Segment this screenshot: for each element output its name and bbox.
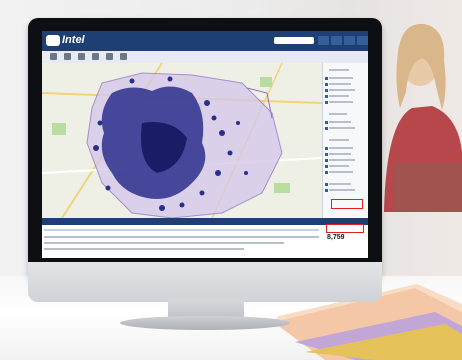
filter-checkbox[interactable] — [325, 147, 328, 150]
filter-checkbox[interactable] — [325, 171, 328, 174]
filter-label-placeholder — [329, 165, 349, 167]
summary-row-placeholder — [44, 248, 244, 250]
summary-header — [42, 218, 368, 225]
summary-row-placeholder — [44, 236, 319, 238]
filter-label-placeholder — [329, 121, 351, 123]
nav-button[interactable] — [344, 36, 355, 45]
highlighted-button[interactable] — [326, 224, 364, 233]
summary-row-placeholder — [44, 242, 284, 244]
map-tool-icon[interactable] — [106, 53, 113, 60]
filter-checkbox[interactable] — [325, 101, 328, 104]
filter-checkbox[interactable] — [325, 159, 328, 162]
filter-label-placeholder — [329, 189, 355, 191]
map-tool-icon[interactable] — [50, 53, 57, 60]
panel-heading-placeholder — [329, 113, 347, 115]
filter-label-placeholder — [329, 127, 355, 129]
highlighted-option[interactable] — [331, 199, 363, 209]
search-input[interactable] — [274, 37, 314, 44]
filter-checkbox[interactable] — [325, 89, 328, 92]
summary-row-placeholder — [44, 229, 319, 231]
app-logo-mark[interactable] — [46, 35, 60, 46]
app-name[interactable]: Intel — [62, 34, 85, 46]
filter-label-placeholder — [329, 95, 349, 97]
map-tool-icon[interactable] — [64, 53, 71, 60]
header-nav — [318, 36, 368, 45]
filter-checkbox[interactable] — [325, 127, 328, 130]
monitor-base — [120, 316, 290, 330]
filter-checkbox[interactable] — [325, 165, 328, 168]
nav-button[interactable] — [331, 36, 342, 45]
filter-checkbox[interactable] — [325, 121, 328, 124]
summary-panel: 8,759 — [42, 218, 368, 258]
filter-label-placeholder — [329, 101, 353, 103]
filter-checkbox[interactable] — [325, 95, 328, 98]
map-view[interactable] — [42, 63, 322, 218]
total-count: 8,759 — [327, 234, 345, 241]
filter-label-placeholder — [329, 183, 351, 185]
map-tool-icon[interactable] — [120, 53, 127, 60]
filter-label-placeholder — [329, 153, 351, 155]
map-tool-icon[interactable] — [92, 53, 99, 60]
map-canvas — [42, 63, 322, 218]
filter-checkbox[interactable] — [325, 83, 328, 86]
nav-button[interactable] — [357, 36, 368, 45]
panel-heading-placeholder — [329, 69, 349, 71]
filter-checkbox[interactable] — [325, 77, 328, 80]
filter-label-placeholder — [329, 77, 353, 79]
filter-checkbox[interactable] — [325, 153, 328, 156]
filter-label-placeholder — [329, 159, 355, 161]
filter-panel — [322, 63, 368, 218]
filter-label-placeholder — [329, 89, 355, 91]
map-tool-icon[interactable] — [78, 53, 85, 60]
app-header: Intel — [42, 31, 368, 51]
filter-checkbox[interactable] — [325, 183, 328, 186]
person-in-background — [384, 23, 462, 212]
filter-checkbox[interactable] — [325, 189, 328, 192]
monitor-chin — [28, 262, 382, 302]
app-screen: Intel 8,759 — [42, 31, 368, 258]
panel-heading-placeholder — [329, 139, 349, 141]
filter-label-placeholder — [329, 83, 351, 85]
filter-label-placeholder — [329, 147, 353, 149]
nav-button[interactable] — [318, 36, 329, 45]
filter-label-placeholder — [329, 171, 353, 173]
